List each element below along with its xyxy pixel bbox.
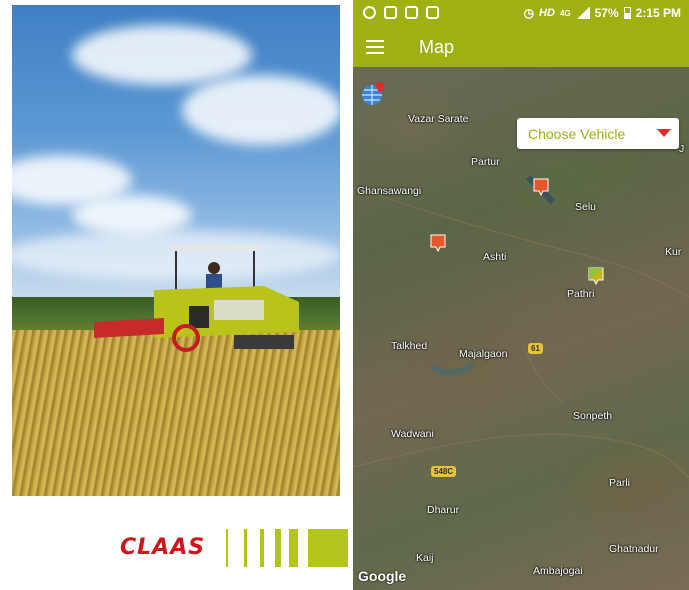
- google-attribution: Google: [358, 568, 407, 584]
- place-label: Majalgaon: [459, 348, 508, 360]
- status-bar: ◷ HD 4G 57% 2:15 PM: [353, 0, 689, 28]
- place-label: J: [679, 143, 685, 155]
- place-label: Sonpeth: [573, 410, 613, 422]
- place-label: Ashti: [483, 251, 507, 263]
- place-label: Parli: [609, 477, 631, 489]
- place-label: Selu: [575, 201, 597, 213]
- place-label: Wadwani: [391, 428, 434, 440]
- map-view[interactable]: Vazar Sarate Partur Ghansawangi Selu Ash…: [353, 67, 689, 590]
- vehicle-marker-orange-1[interactable]: [533, 177, 549, 197]
- choose-vehicle-dropdown[interactable]: Choose Vehicle: [517, 118, 679, 149]
- place-label: Pathri: [567, 288, 595, 300]
- place-label: Ghansawangi: [357, 185, 422, 197]
- signal-icon: [575, 7, 590, 19]
- choose-vehicle-label: Choose Vehicle: [528, 126, 626, 142]
- battery-percent: 57%: [594, 6, 619, 20]
- battery-icon: [623, 7, 631, 19]
- app-bar: Map: [353, 28, 689, 67]
- claas-logo: CLAAS: [120, 529, 348, 569]
- page-title: Map: [419, 37, 455, 57]
- analytics-icon: [426, 6, 439, 19]
- place-label: Ghatnadur: [609, 543, 659, 555]
- place-label: Partur: [471, 156, 500, 168]
- place-label: Talkhed: [391, 340, 428, 352]
- road-sign: 548C: [431, 466, 457, 477]
- vehicle-marker-mixed[interactable]: [588, 266, 604, 286]
- place-label: Dharur: [427, 504, 460, 516]
- dropdown-arrow-icon: [657, 129, 671, 137]
- place-label: Vazar Sarate: [408, 113, 469, 125]
- splash-screen: CLAAS: [12, 5, 348, 590]
- data-saver-icon: [363, 6, 376, 19]
- road-sign: 61: [528, 343, 543, 354]
- place-label: Kaij: [416, 552, 434, 564]
- mail-icon: [405, 6, 418, 19]
- clock: 2:15 PM: [635, 6, 681, 20]
- vehicle-marker-orange-2[interactable]: [430, 233, 446, 253]
- harvester-illustration: [94, 245, 299, 352]
- alarm-icon: ◷: [523, 6, 535, 20]
- menu-icon[interactable]: [366, 40, 386, 56]
- screen: CLAAS ◷ HD 4G 57% 2:15 PM Map Vazar Sara…: [0, 0, 689, 590]
- hd-indicator: HD: [539, 7, 555, 19]
- place-label: Kur: [665, 246, 682, 258]
- place-label: Ambajogai: [533, 565, 583, 577]
- image-icon: [384, 6, 397, 19]
- harvester-photo: [12, 5, 340, 496]
- network-type: 4G: [559, 8, 571, 18]
- globe-location-icon[interactable]: [361, 80, 387, 106]
- map-screen: ◷ HD 4G 57% 2:15 PM Map Vazar Sarate Par…: [353, 0, 689, 590]
